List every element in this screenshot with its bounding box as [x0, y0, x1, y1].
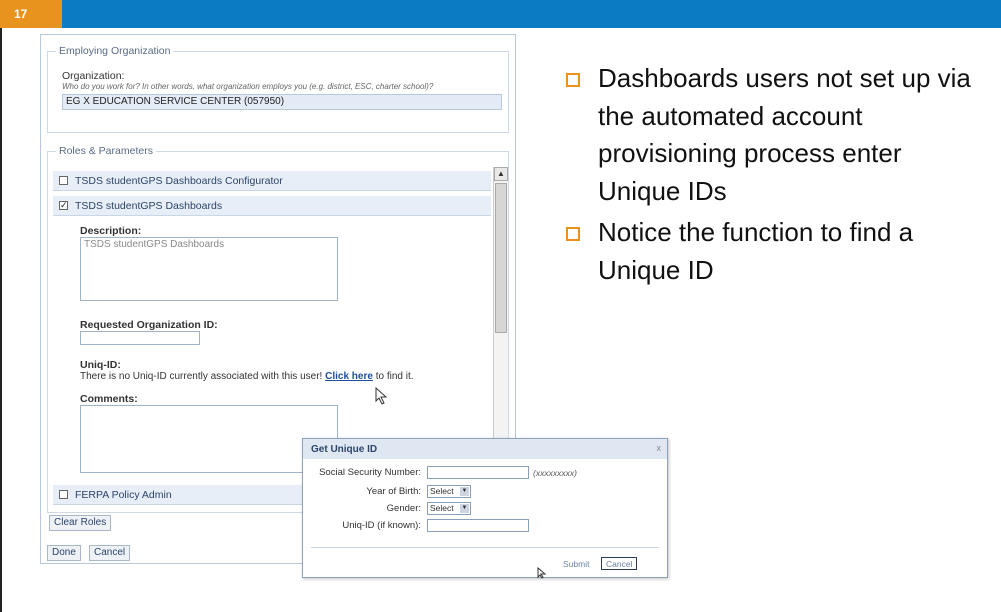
- organization-field[interactable]: EG X EDUCATION SERVICE CENTER (057950): [62, 94, 502, 110]
- role-item-configurator[interactable]: TSDS studentGPS Dashboards Configurator: [53, 171, 491, 191]
- ssn-label: Social Security Number:: [319, 467, 421, 478]
- uniq-id-known-input[interactable]: [427, 519, 529, 532]
- uniq-id-known-label: Uniq-ID (if known):: [342, 520, 421, 531]
- organization-hint: Who do you work for? In other words, wha…: [62, 82, 434, 91]
- description-label: Description:: [80, 225, 142, 237]
- uniq-id-label: Uniq-ID:: [80, 359, 121, 371]
- slide-number: 17: [0, 0, 62, 28]
- employing-organization-legend: Employing Organization: [56, 45, 174, 57]
- dialog-cancel-button[interactable]: Cancel: [601, 557, 638, 570]
- year-of-birth-value: Select: [430, 486, 454, 496]
- bullet-text: Dashboards users not set up via the auto…: [598, 63, 971, 206]
- organization-label: Organization:: [62, 70, 125, 82]
- year-of-birth-select[interactable]: Select ▼: [427, 485, 471, 498]
- get-unique-id-dialog: Get Unique ID x Social Security Number: …: [302, 438, 668, 579]
- description-textarea[interactable]: TSDS studentGPS Dashboards: [80, 237, 338, 301]
- clear-roles-button[interactable]: Clear Roles: [49, 515, 112, 531]
- gender-value: Select: [430, 503, 454, 513]
- uniq-id-message-text: There is no Uniq-ID currently associated…: [80, 371, 323, 382]
- mouse-pointer-icon: [375, 387, 388, 405]
- chevron-down-icon: ▼: [460, 487, 469, 496]
- cancel-button[interactable]: Cancel: [89, 545, 131, 561]
- roles-parameters-legend: Roles & Parameters: [56, 145, 156, 157]
- year-of-birth-label: Year of Birth:: [366, 486, 421, 497]
- ssn-format-hint: (xxxxxxxxx): [533, 468, 577, 478]
- comments-label: Comments:: [80, 393, 138, 405]
- bullet-square-icon: [566, 227, 580, 241]
- slide-header-bar: [0, 0, 1001, 28]
- uniq-id-message: There is no Uniq-ID currently associated…: [80, 371, 414, 382]
- role-label-ferpa: FERPA Policy Admin: [75, 489, 172, 501]
- slide-bullets: Dashboards users not set up via the auto…: [562, 60, 982, 293]
- requested-org-input[interactable]: [80, 331, 200, 345]
- bullet-square-icon: [566, 73, 580, 87]
- bullet-text: Notice the function to find a Unique ID: [598, 217, 914, 285]
- close-icon[interactable]: x: [657, 443, 662, 453]
- uniq-id-message-suffix: to find it.: [375, 371, 414, 382]
- role-item-dashboards[interactable]: ✓ TSDS studentGPS Dashboards: [53, 196, 491, 216]
- scroll-thumb[interactable]: [495, 183, 507, 333]
- dialog-title: Get Unique ID: [303, 439, 667, 459]
- gender-select[interactable]: Select ▼: [427, 502, 471, 515]
- scroll-up-arrow-icon[interactable]: ▲: [494, 167, 508, 181]
- role-label-configurator: TSDS studentGPS Dashboards Configurator: [75, 175, 283, 187]
- bullet-item: Dashboards users not set up via the auto…: [562, 60, 982, 210]
- submit-button[interactable]: Submit: [559, 558, 593, 571]
- bullet-item: Notice the function to find a Unique ID: [562, 214, 982, 289]
- uniq-id-click-here-link[interactable]: Click here: [325, 371, 373, 382]
- dialog-divider: [311, 547, 659, 548]
- mouse-pointer-icon: [537, 567, 547, 579]
- role-checkbox-ferpa[interactable]: [59, 490, 68, 499]
- chevron-down-icon: ▼: [460, 504, 469, 513]
- gender-label: Gender:: [386, 503, 421, 514]
- role-checkbox-configurator[interactable]: [59, 176, 68, 185]
- comments-textarea[interactable]: [80, 405, 338, 473]
- role-label-dashboards: TSDS studentGPS Dashboards: [75, 200, 223, 212]
- role-checkbox-dashboards[interactable]: ✓: [59, 201, 68, 210]
- requested-org-label: Requested Organization ID:: [80, 319, 218, 331]
- employing-organization-group: Employing Organization Organization: Who…: [47, 45, 509, 133]
- ssn-input[interactable]: [427, 466, 529, 479]
- done-button[interactable]: Done: [47, 545, 81, 561]
